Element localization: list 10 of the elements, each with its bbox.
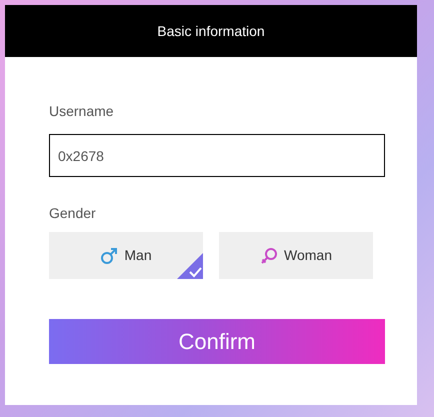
dialog-title: Basic information [157, 22, 265, 40]
field-label: Gender [49, 204, 96, 223]
gender-option[interactable]: Man [49, 232, 203, 279]
username-field[interactable]: 0x2678 [49, 134, 385, 177]
male-symbol-icon [100, 246, 118, 264]
female-symbol-icon [260, 246, 278, 264]
field-label: Username [49, 102, 114, 121]
confirm-button[interactable]: Confirm [49, 319, 385, 364]
selected-check-icon [177, 253, 203, 279]
gender-option[interactable]: Woman [219, 232, 373, 279]
